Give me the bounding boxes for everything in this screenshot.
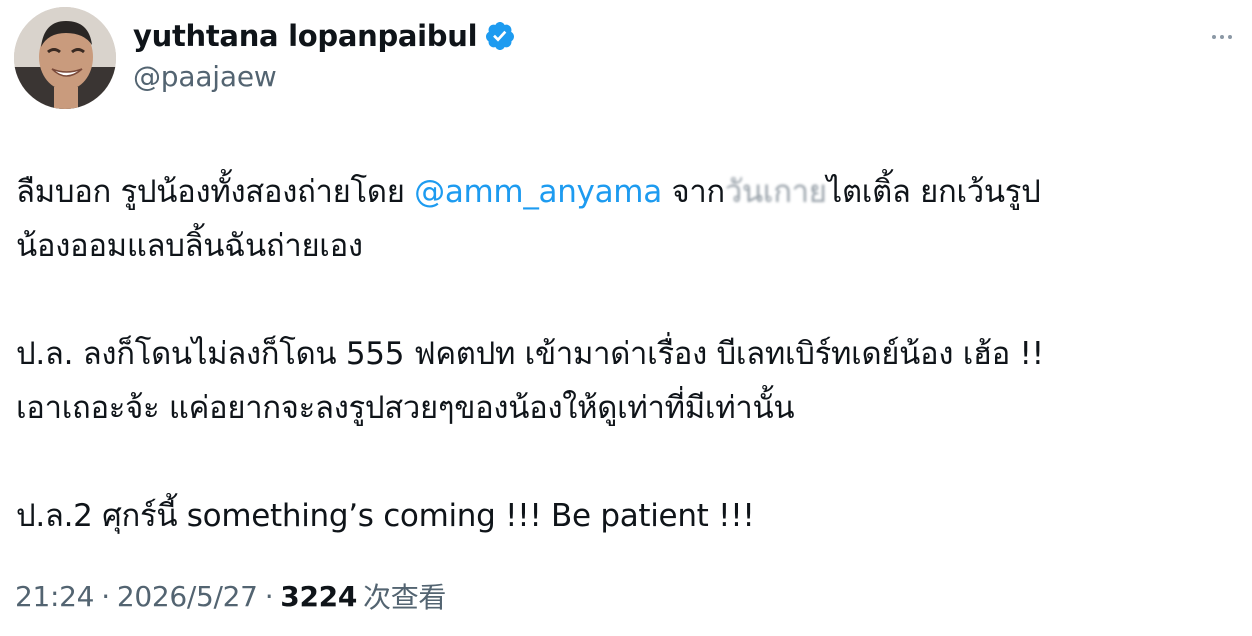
tweet-line-4: ป.ล. ลงก็โดนไม่ลงก็โดน 555 ฟคตปท เข้ามาด… [16, 336, 1044, 372]
tweet-date[interactable]: 2026/5/27 [117, 580, 258, 613]
views-count[interactable]: 3224 [280, 580, 357, 613]
tweet-line-1-prefix: ลืมบอก รูปน้องทั้งสองถ่ายโดย [16, 174, 415, 210]
tweet-header: yuthtana lopanpaibul @paajaew [0, 0, 1252, 120]
more-dot-icon [1220, 35, 1224, 39]
author-display-name[interactable]: yuthtana lopanpaibul [133, 19, 478, 53]
profile-photo-icon [14, 7, 116, 109]
avatar[interactable] [14, 7, 116, 109]
more-dot-icon [1228, 35, 1232, 39]
more-dot-icon [1212, 35, 1216, 39]
tweet-text: ลืมบอก รูปน้องทั้งสองถ่ายโดย @amm_anyama… [16, 165, 1241, 543]
verified-badge-icon [484, 20, 516, 52]
tweet-line-7: ป.ล.2 ศุกร์นี้ something’s coming !!! Be… [16, 498, 755, 534]
meta-separator: · [101, 579, 110, 613]
author-name-row: yuthtana lopanpaibul [133, 16, 516, 56]
tweet-line-1-suffix: ไตเติ้ล ยกเว้นรูป [826, 174, 1041, 210]
tweet-line-5: เอาเถอะจ้ะ แค่อยากจะลงรูปสวยๆของน้องให้ด… [16, 390, 795, 426]
tweet-line-1-mid: จาก [661, 174, 725, 210]
views-label: 次查看 [363, 581, 447, 614]
tweet-meta: 21:24 · 2026/5/27 · 3224 次查看 [15, 576, 446, 616]
blurred-text: วันเกาย [724, 174, 827, 210]
meta-separator: · [264, 579, 274, 613]
mention-link[interactable]: @amm_anyama [414, 174, 662, 210]
tweet-line-1: ลืมบอก รูปน้องทั้งสองถ่ายโดย @amm_anyama… [16, 165, 1241, 219]
tweet-time[interactable]: 21:24 [15, 580, 95, 613]
tweet-line-2: น้องออมแลบลิ้นฉันถ่ายเอง [16, 228, 363, 264]
more-options-button[interactable] [1202, 22, 1242, 52]
author-handle[interactable]: @paajaew [133, 60, 277, 93]
